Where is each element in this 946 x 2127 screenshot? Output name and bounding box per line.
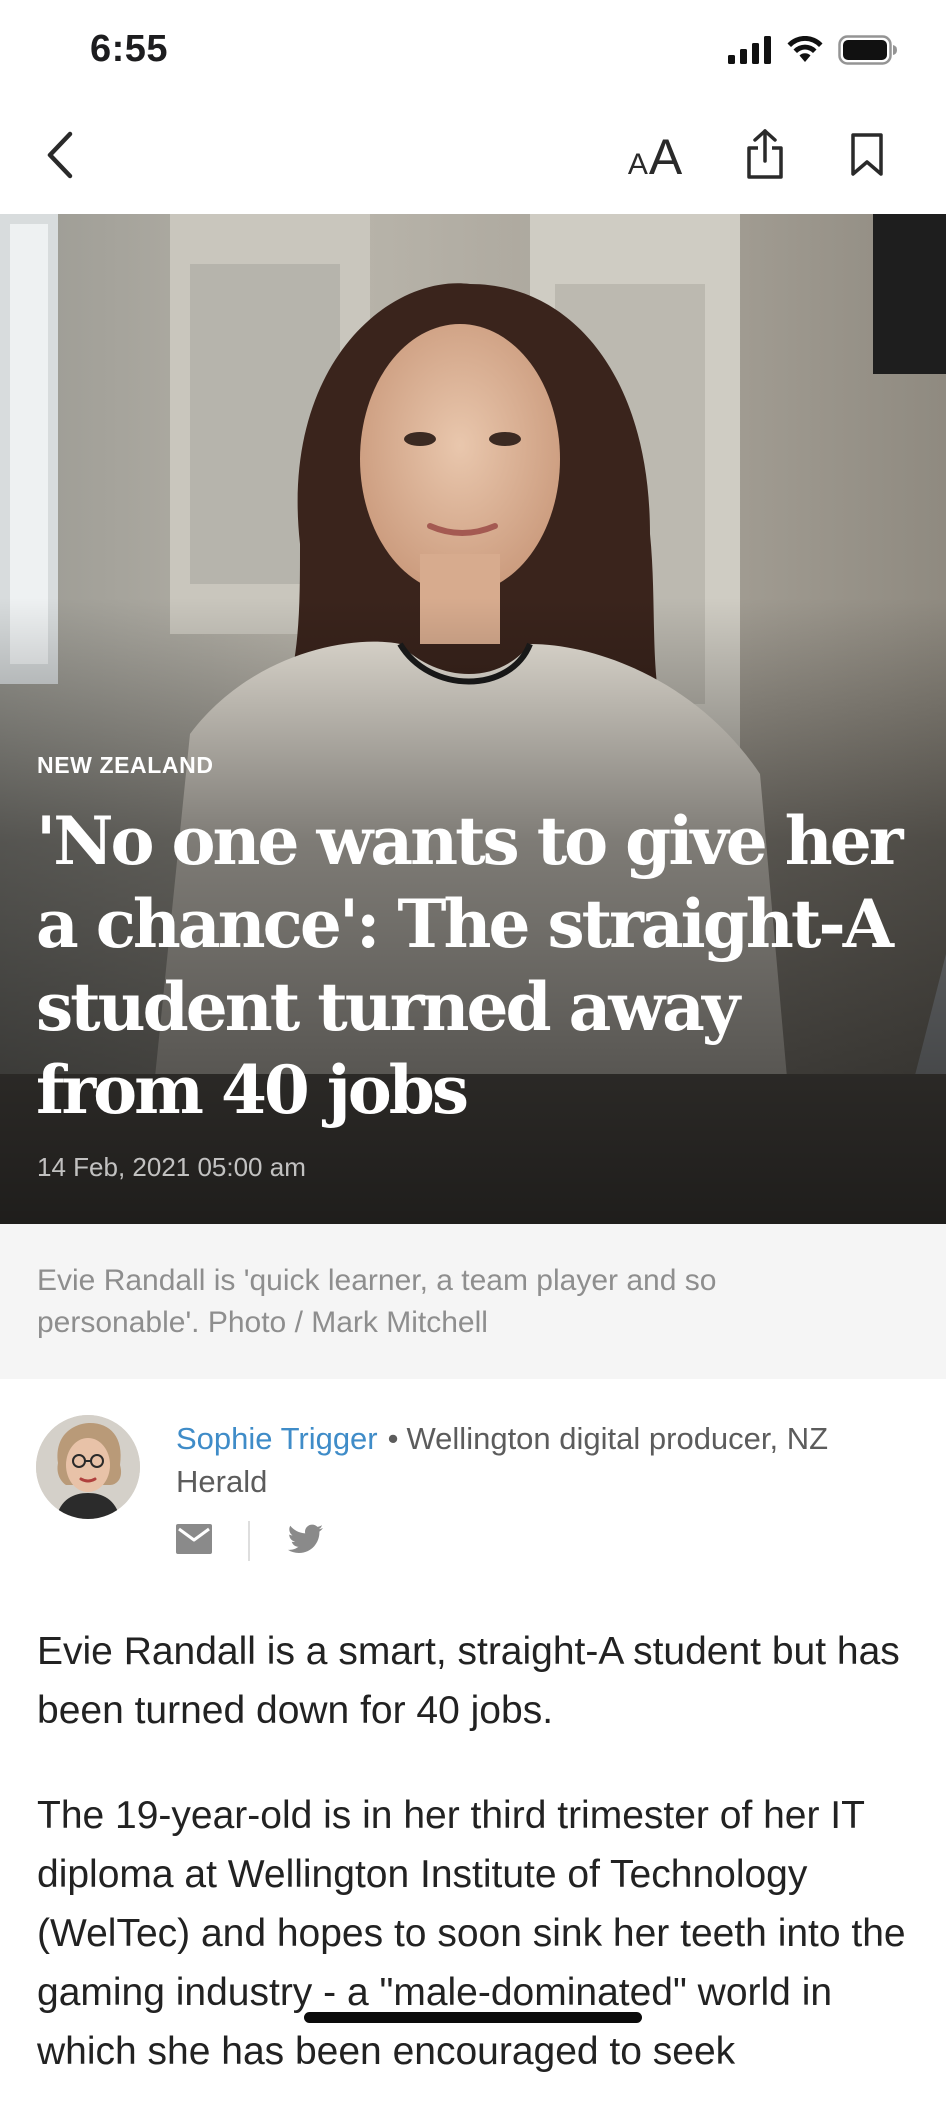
author-name-link[interactable]: Sophie Trigger: [176, 1421, 378, 1456]
icon-divider: [248, 1521, 250, 1561]
battery-icon: [838, 34, 898, 70]
author-avatar[interactable]: [36, 1415, 140, 1519]
nav-bar: A A: [0, 100, 946, 214]
publish-date: 14 Feb, 2021 05:00 am: [37, 1152, 306, 1182]
back-button[interactable]: [30, 122, 90, 192]
share-button[interactable]: [730, 120, 800, 192]
article-paragraph: Evie Randall is a smart, straight-A stud…: [37, 1630, 900, 1732]
section-label[interactable]: NEW ZEALAND: [37, 752, 214, 779]
text-size-button[interactable]: A A: [620, 122, 690, 192]
article-paragraph: The 19-year-old is in her third trimeste…: [37, 1794, 906, 2073]
author-info: Sophie Trigger • Wellington digital produc…: [176, 1417, 896, 1503]
bookmark-button[interactable]: [832, 122, 902, 192]
share-icon: [744, 128, 786, 185]
photo-caption-text: Evie Randall is 'quick learner, a team p…: [37, 1264, 717, 1339]
text-size-icon: A A: [627, 129, 683, 185]
hero-image[interactable]: NEW ZEALAND 'No one wants to give her a …: [0, 214, 946, 1224]
bookmark-icon: [849, 132, 885, 183]
status-icons: [728, 34, 898, 70]
text-size-large-label: A: [648, 129, 683, 185]
status-bar: 6:55: [0, 0, 946, 100]
twitter-icon[interactable]: [287, 1524, 324, 1559]
signal-icon: [728, 35, 772, 69]
text-size-small-label: A: [627, 148, 648, 181]
home-indicator[interactable]: [304, 2012, 642, 2023]
chevron-left-icon: [43, 130, 77, 185]
article-headline: 'No one wants to give her a chance': The…: [36, 802, 903, 1129]
photo-caption: Evie Randall is 'quick learner, a team p…: [0, 1224, 946, 1379]
email-icon[interactable]: [176, 1523, 212, 1559]
article-body: Evie Randall is a smart, straight-A stud…: [37, 1622, 917, 2127]
author-separator: •: [387, 1421, 399, 1456]
status-time: 6:55: [90, 28, 169, 70]
wifi-icon: [786, 35, 824, 69]
author-byline: Sophie Trigger • Wellington digital produc…: [0, 1379, 946, 1579]
author-contact-links: [176, 1519, 324, 1563]
